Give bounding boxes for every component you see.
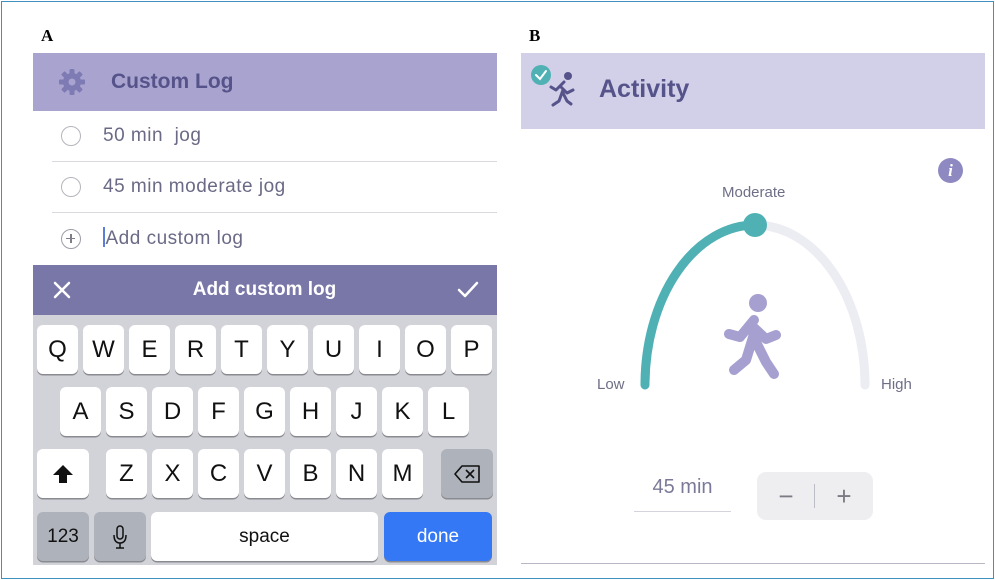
key-m[interactable]: M — [382, 449, 423, 498]
key-w[interactable]: W — [83, 325, 124, 374]
log-item-label: 45 min moderate jog — [103, 176, 286, 197]
on-screen-keyboard: Q W E R T Y U I O P A S D F G H J K L Z … — [33, 315, 497, 565]
key-u[interactable]: U — [313, 325, 354, 374]
key-e[interactable]: E — [129, 325, 170, 374]
key-g[interactable]: G — [244, 387, 285, 436]
key-j[interactable]: J — [336, 387, 377, 436]
activity-gauge[interactable] — [590, 180, 920, 410]
key-h[interactable]: H — [290, 387, 331, 436]
radio-button[interactable] — [61, 126, 81, 146]
running-person-icon — [724, 294, 781, 379]
keyboard-title-bar: Add custom log — [33, 265, 497, 315]
activity-title: Activity — [599, 75, 690, 103]
log-item[interactable]: 50 min jog — [52, 111, 497, 162]
log-item-label: 50 min jog — [103, 125, 202, 146]
level-moderate-label: Moderate — [722, 184, 786, 201]
level-high-label: High — [881, 376, 912, 393]
keyboard-bar-title: Add custom log — [192, 279, 337, 300]
info-icon[interactable]: i — [938, 158, 963, 183]
gauge-knob[interactable] — [743, 213, 767, 237]
key-i[interactable]: I — [359, 325, 400, 374]
numbers-key[interactable]: 123 — [37, 512, 89, 561]
custom-log-title: Custom Log — [111, 70, 234, 93]
increment-button[interactable]: + — [815, 472, 873, 520]
decrement-button[interactable]: − — [757, 472, 815, 520]
microphone-key[interactable] — [94, 512, 146, 561]
key-q[interactable]: Q — [37, 325, 78, 374]
key-s[interactable]: S — [106, 387, 147, 436]
panel-b-bottom-divider — [521, 563, 985, 564]
activity-header: Activity — [521, 53, 985, 129]
log-item[interactable]: 45 min moderate jog — [52, 162, 497, 213]
key-o[interactable]: O — [405, 325, 446, 374]
duration-field[interactable]: 45 min — [634, 474, 731, 512]
key-a[interactable]: A — [60, 387, 101, 436]
microphone-icon — [113, 524, 127, 549]
done-key[interactable]: done — [384, 512, 492, 561]
add-custom-log-row[interactable]: Add custom log — [52, 213, 497, 264]
key-r[interactable]: R — [175, 325, 216, 374]
panel-letter-b: B — [529, 26, 541, 45]
key-l[interactable]: L — [428, 387, 469, 436]
space-key[interactable]: space — [151, 512, 378, 561]
running-check-icon — [531, 65, 575, 107]
key-p[interactable]: P — [451, 325, 492, 374]
checkmark-icon[interactable] — [457, 280, 479, 300]
key-n[interactable]: N — [336, 449, 377, 498]
level-low-label: Low — [597, 376, 625, 393]
key-d[interactable]: D — [152, 387, 193, 436]
text-cursor — [103, 227, 105, 247]
key-x[interactable]: X — [152, 449, 193, 498]
shift-arrow-icon — [53, 464, 73, 483]
key-k[interactable]: K — [382, 387, 423, 436]
key-t[interactable]: T — [221, 325, 262, 374]
backspace-key[interactable] — [441, 449, 493, 498]
gear-icon[interactable] — [58, 68, 86, 96]
shift-key[interactable] — [37, 449, 89, 498]
key-z[interactable]: Z — [106, 449, 147, 498]
key-y[interactable]: Y — [267, 325, 308, 374]
key-f[interactable]: F — [198, 387, 239, 436]
key-v[interactable]: V — [244, 449, 285, 498]
key-c[interactable]: C — [198, 449, 239, 498]
add-custom-log-input[interactable]: Add custom log — [103, 227, 243, 250]
add-circle-icon[interactable] — [61, 228, 81, 249]
close-icon[interactable] — [52, 280, 72, 300]
duration-stepper: − + — [757, 472, 873, 520]
add-custom-log-placeholder: Add custom log — [105, 228, 244, 249]
custom-log-header: Custom Log — [33, 53, 497, 111]
backspace-icon — [454, 464, 480, 483]
panel-letter-a: A — [41, 26, 54, 45]
radio-button[interactable] — [61, 177, 81, 197]
key-b[interactable]: B — [290, 449, 331, 498]
